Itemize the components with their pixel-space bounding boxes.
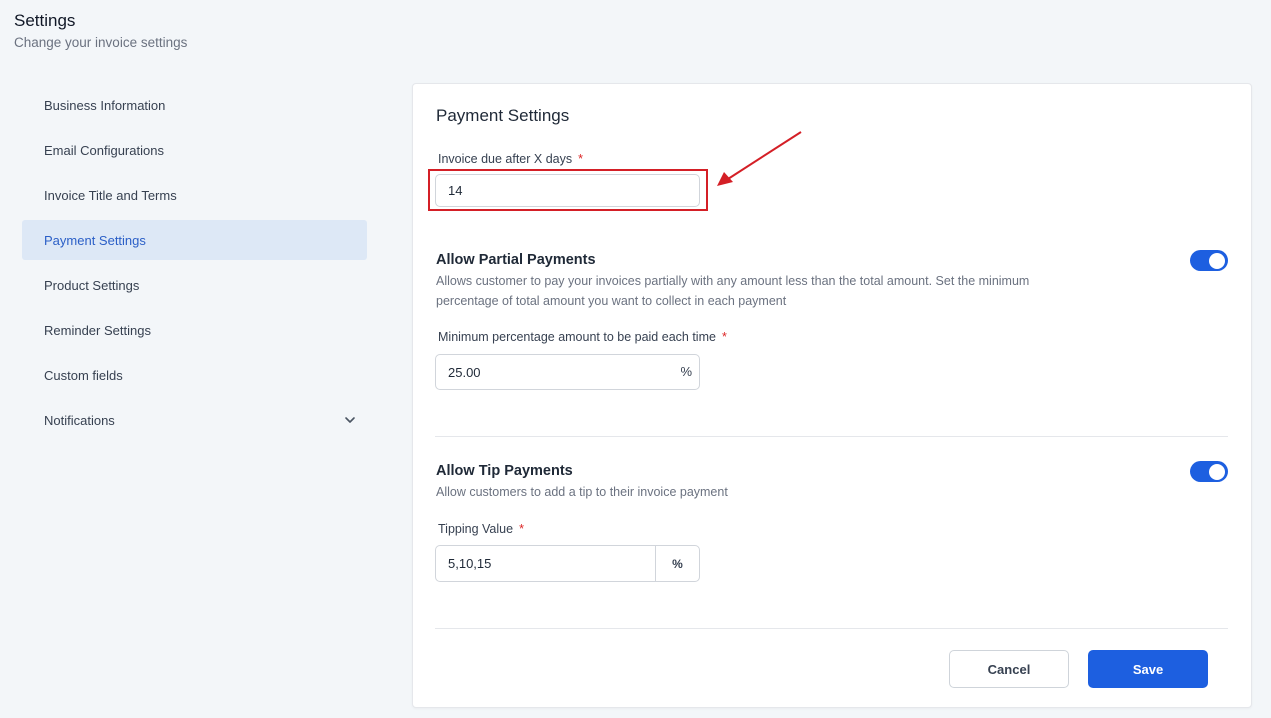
sidebar-item-label: Business Information [44,97,166,113]
card-title: Payment Settings [436,106,570,125]
page-title: Settings [14,11,76,30]
due-days-label-text: Invoice due after X days [438,152,573,166]
tipping-value-label: Tipping Value * [438,522,524,536]
tipping-type-addon[interactable]: % [655,546,699,581]
tipping-value-input[interactable]: 5,10,15 % [435,545,700,582]
sidebar-item-label: Email Configurations [44,142,164,158]
sidebar-item-product-settings[interactable]: Product Settings [22,265,367,305]
partial-payments-description: Allows customer to pay your invoices par… [436,274,1030,308]
min-percentage-input[interactable]: 25.00 % [435,354,700,390]
required-marker: * [578,152,583,166]
annotation-highlight-box [428,169,708,211]
payment-settings-card: Payment Settings Invoice due after X day… [412,83,1252,708]
sidebar-item-label: Reminder Settings [44,322,151,338]
annotation-arrow-icon [717,131,802,186]
sidebar-item-payment-settings[interactable]: Payment Settings [22,220,367,260]
sidebar-item-reminder-settings[interactable]: Reminder Settings [22,310,367,350]
section-divider [435,628,1228,629]
tip-payments-title: Allow Tip Payments [436,463,573,479]
due-days-label: Invoice due after X days * [438,152,583,166]
sidebar-item-invoice-title-and-terms[interactable]: Invoice Title and Terms [22,175,367,215]
min-percentage-label-text: Minimum percentage amount to be paid eac… [438,330,716,344]
required-marker: * [519,522,524,536]
required-marker: * [721,330,727,344]
min-percentage-value: 25.00 [448,364,481,380]
sidebar-item-label: Product Settings [44,277,140,293]
cancel-button[interactable]: Cancel [949,650,1069,688]
tipping-value-label-text: Tipping Value [438,522,514,536]
settings-page: Settings Change your invoice settings Bu… [0,0,1271,718]
sidebar-item-label: Custom fields [44,367,123,383]
settings-sidebar: Business Information Email Configuration… [22,85,367,445]
section-divider [435,436,1228,437]
tipping-value: 5,10,15 [448,556,492,571]
save-button[interactable]: Save [1088,650,1208,688]
toggle-knob [1209,463,1225,480]
sidebar-item-label: Invoice Title and Terms [44,187,177,203]
partial-payments-title: Allow Partial Payments [436,252,596,268]
partial-payments-toggle[interactable] [1190,250,1228,271]
sidebar-item-notifications[interactable]: Notifications [22,400,367,440]
chevron-down-icon[interactable] [343,413,357,427]
percent-suffix: % [680,364,692,379]
sidebar-item-email-configurations[interactable]: Email Configurations [22,130,367,170]
tip-payments-toggle[interactable] [1190,461,1228,482]
sidebar-item-label: Notifications [44,412,115,428]
toggle-knob [1209,252,1225,269]
sidebar-item-business-information[interactable]: Business Information [22,85,367,125]
page-subtitle: Change your invoice settings [14,35,188,50]
min-percentage-label: Minimum percentage amount to be paid eac… [438,330,727,344]
tip-payments-description: Allow customers to add a tip to their in… [436,485,728,499]
sidebar-item-custom-fields[interactable]: Custom fields [22,355,367,395]
sidebar-item-label: Payment Settings [44,232,146,248]
